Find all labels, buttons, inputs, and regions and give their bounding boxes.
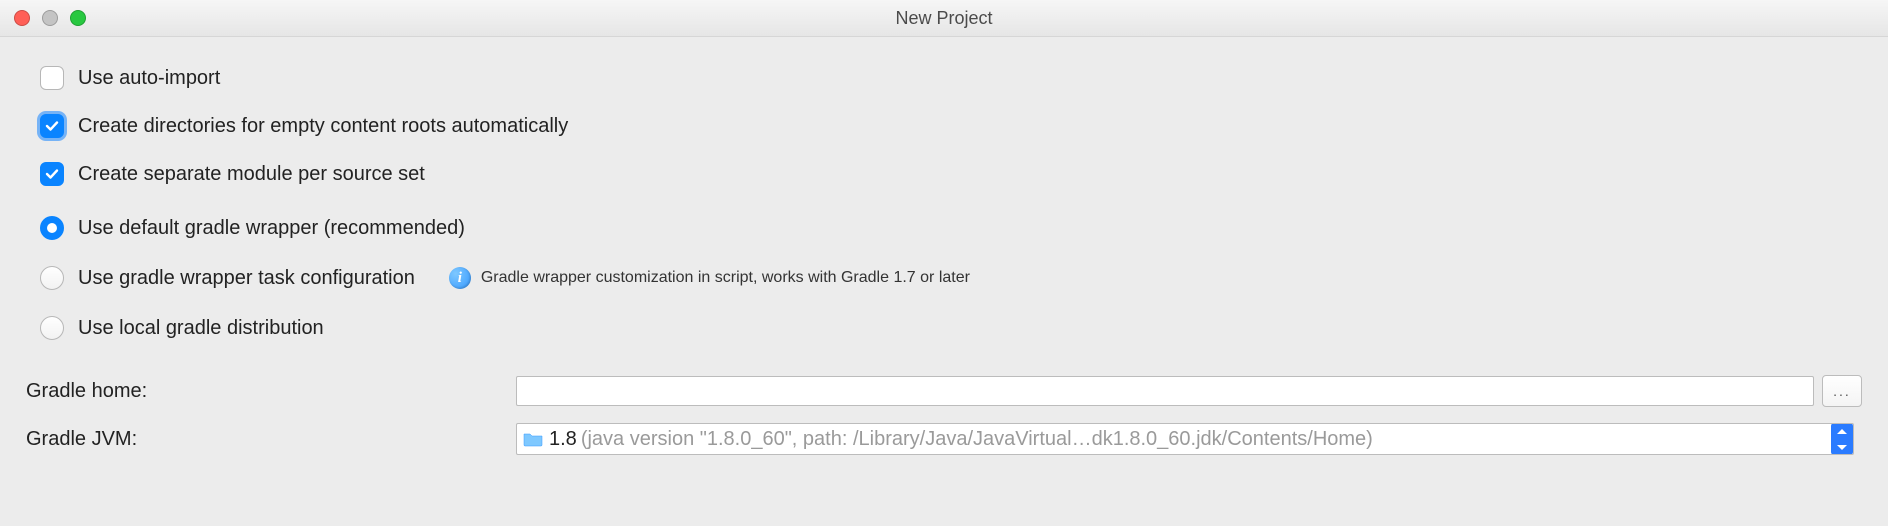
default-wrapper-row: Use default gradle wrapper (recommended) [26, 207, 1862, 249]
folder-icon [523, 431, 543, 447]
sep-module-checkbox[interactable] [40, 162, 64, 186]
gradle-jvm-label: Gradle JVM: [26, 428, 516, 451]
window-title: New Project [0, 8, 1888, 29]
gradle-home-browse-button[interactable]: ... [1822, 375, 1862, 407]
chevron-up-icon [1837, 429, 1847, 434]
create-dirs-row: Create directories for empty content roo… [26, 105, 1862, 147]
local-dist-row: Use local gradle distribution [26, 307, 1862, 349]
create-dirs-checkbox[interactable] [40, 114, 64, 138]
local-dist-radio[interactable] [40, 316, 64, 340]
info-icon: i [449, 267, 471, 289]
gradle-home-row: Gradle home: ... [26, 375, 1862, 407]
auto-import-label: Use auto-import [78, 67, 220, 90]
dialog-body: Use auto-import Create directories for e… [0, 37, 1888, 455]
default-wrapper-radio[interactable] [40, 216, 64, 240]
gradle-jvm-value: 1.8 [549, 428, 577, 451]
gradle-home-label: Gradle home: [26, 380, 516, 403]
wrapper-task-hint: i Gradle wrapper customization in script… [449, 267, 970, 289]
auto-import-checkbox[interactable] [40, 66, 64, 90]
combobox-stepper-icon[interactable] [1831, 423, 1853, 455]
gradle-jvm-row: Gradle JVM: 1.8 (java version "1.8.0_60"… [26, 423, 1862, 455]
chevron-down-icon [1837, 445, 1847, 450]
auto-import-row: Use auto-import [26, 57, 1862, 99]
gradle-jvm-detail: (java version "1.8.0_60", path: /Library… [581, 428, 1373, 451]
sep-module-label: Create separate module per source set [78, 163, 425, 186]
gradle-home-input[interactable] [516, 376, 1814, 406]
wrapper-task-label: Use gradle wrapper task configuration [78, 267, 415, 290]
create-dirs-label: Create directories for empty content roo… [78, 115, 568, 138]
gradle-jvm-combobox[interactable]: 1.8 (java version "1.8.0_60", path: /Lib… [516, 423, 1854, 455]
default-wrapper-label: Use default gradle wrapper (recommended) [78, 217, 465, 240]
titlebar: New Project [0, 0, 1888, 37]
sep-module-row: Create separate module per source set [26, 153, 1862, 195]
wrapper-task-radio[interactable] [40, 266, 64, 290]
wrapper-task-hint-text: Gradle wrapper customization in script, … [481, 269, 970, 287]
new-project-window: New Project Use auto-import Create direc… [0, 0, 1888, 526]
local-dist-label: Use local gradle distribution [78, 317, 324, 340]
wrapper-task-row: Use gradle wrapper task configuration i … [26, 257, 1862, 299]
